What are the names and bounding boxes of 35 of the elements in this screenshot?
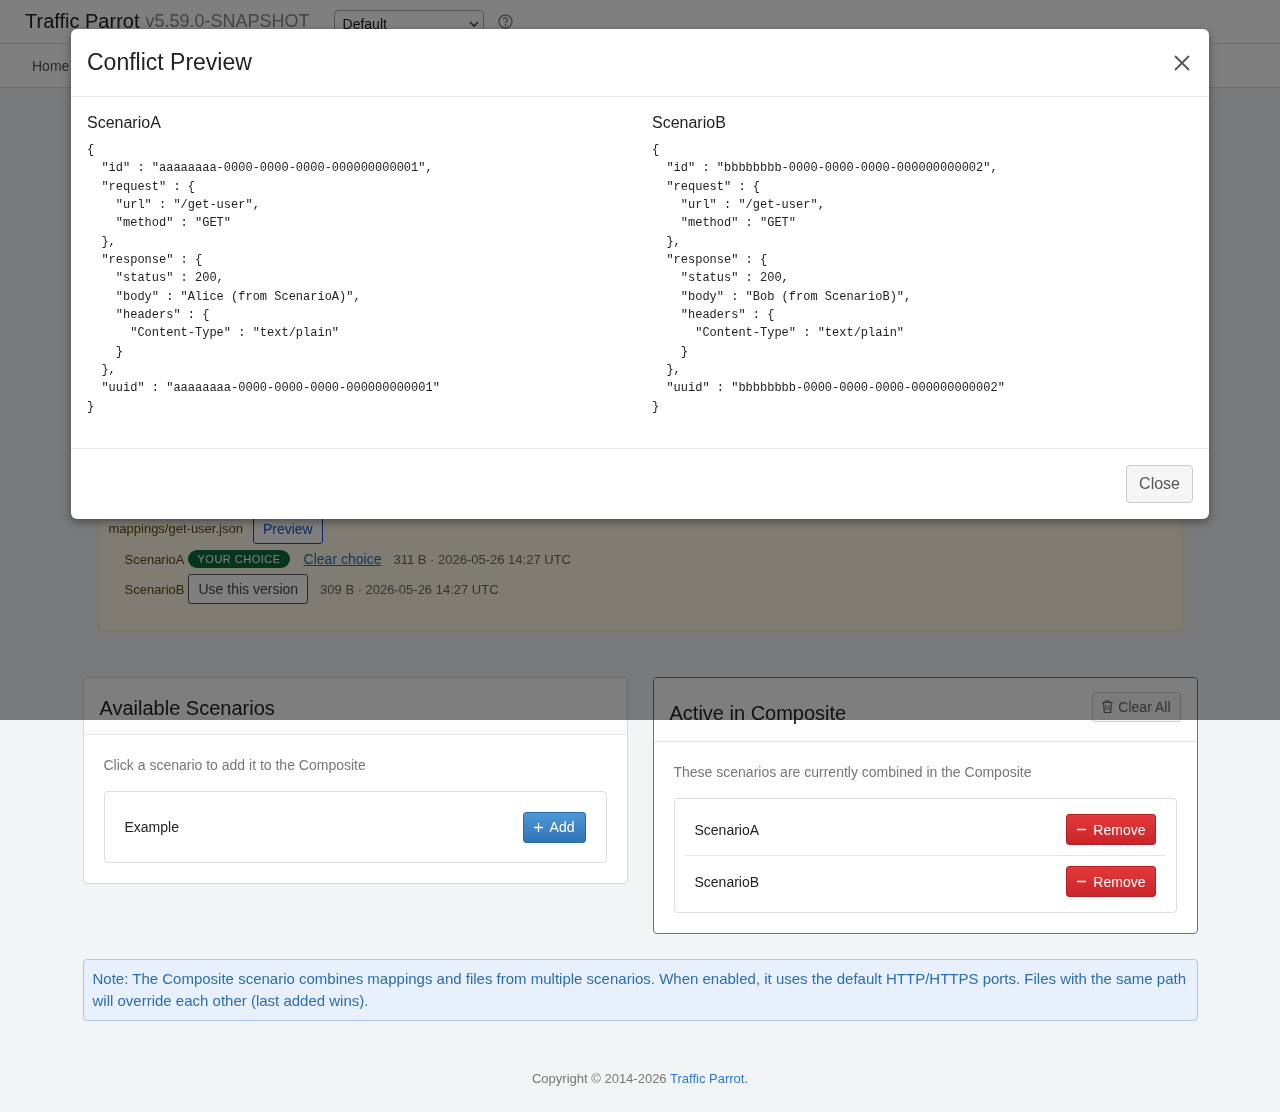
caret-icon	[468, 18, 479, 29]
choice-badge: YOUR CHOICE	[188, 550, 290, 568]
scenario-name: Example	[124, 819, 179, 835]
card-hint: Click a scenario to add it to the Composite	[103, 757, 367, 773]
file-path: mappings/get-user.json	[108, 521, 243, 536]
remove-button[interactable]: Remove	[1066, 866, 1156, 897]
brand-name: Traffic Parrot	[25, 10, 140, 33]
version-label: v5.59.0-SNAPSHOT	[145, 11, 310, 32]
file-meta: 311 B · 2026-05-26 14:27 UTC	[393, 551, 571, 567]
trash-icon	[1102, 700, 1114, 713]
use-version-button[interactable]: Use this version	[188, 574, 309, 604]
plus-icon	[533, 822, 543, 832]
card-title: Active in Composite	[669, 702, 847, 725]
scenario-name: ScenarioA	[694, 821, 760, 838]
copyright-text: Copyright © 2014-2026	[532, 1071, 667, 1086]
footer-link[interactable]: Traffic Parrot.	[670, 1071, 748, 1086]
nav-link[interactable]: Home	[32, 57, 70, 74]
scenario-title: ScenarioA	[87, 113, 162, 133]
scenario-name: ScenarioB	[694, 873, 760, 890]
scenario-name: ScenarioB	[124, 581, 185, 597]
add-button[interactable]: Add	[522, 811, 586, 843]
clear-choice-link[interactable]: Clear choice	[303, 551, 382, 567]
remove-button[interactable]: Remove	[1066, 814, 1156, 845]
scenario-name: ScenarioA	[124, 551, 185, 567]
scenario-title: ScenarioB	[652, 113, 727, 133]
clear-all-button[interactable]: Clear All	[1092, 691, 1181, 722]
card-title: Available Scenarios	[99, 696, 275, 720]
json-code: { "id" : "bbbbbbbb-0000-0000-0000-000000000002", "request" : { "url" : "/get-user", "method" : "GET" }, "response" : { "status" : 200, "body" : "Bob (from ScenarioB)", "headers" : { "Content-Type" : "text/plain" } }, "uuid" : "bbbbbbbb-0000-0000-0000-000000000002" }	[652, 142, 1006, 416]
dialog-title: Conflict Preview	[87, 49, 252, 76]
json-code: { "id" : "aaaaaaaa-0000-0000-0000-000000000001", "request" : { "url" : "/get-user", "method" : "GET" }, "response" : { "status" : 200, "body" : "Alice (from ScenarioA)", "headers" : { "Content-Type" : "text/plain" } }, "uuid" : "aaaaaaaa-0000-0000-0000-000000000001" }	[87, 142, 441, 416]
card-hint: These scenarios are currently combined in the Composite	[673, 764, 1033, 780]
info-note: Note: The Composite scenario combines mappings and files from multiple scenarios. When enabled, it uses the default HTTP/HTTPS ports. Files with the same path will override each other (last added wins).	[82, 959, 1198, 1021]
close-button[interactable]: Close	[1126, 465, 1193, 503]
file-meta: 309 B · 2026-05-26 14:27 UTC	[320, 581, 499, 597]
help-icon[interactable]	[497, 14, 513, 29]
